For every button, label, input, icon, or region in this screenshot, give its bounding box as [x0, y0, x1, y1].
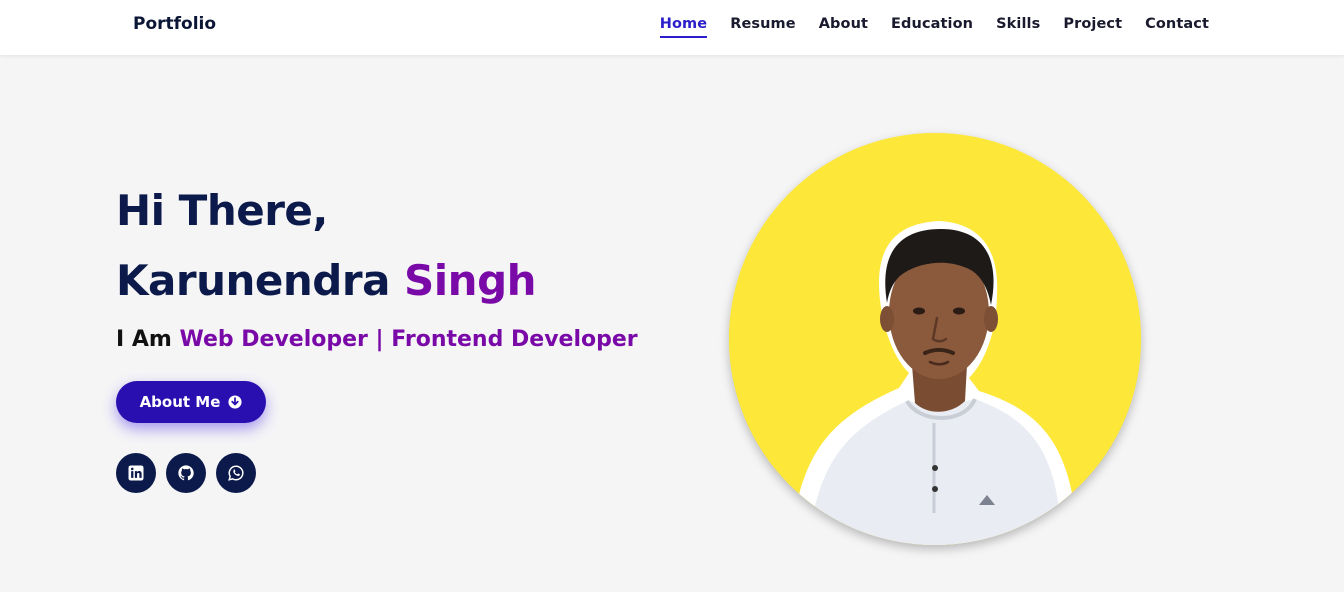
- whatsapp-link[interactable]: [216, 453, 256, 493]
- profile-photo: [729, 133, 1141, 545]
- nav-item-skills[interactable]: Skills: [996, 16, 1040, 38]
- nav-item-about[interactable]: About: [819, 16, 868, 38]
- brand-logo[interactable]: Portfolio: [133, 14, 216, 34]
- role-prefix: I Am: [116, 327, 180, 352]
- hero-text: Hi There, Karunendra Singh I Am Web Deve…: [116, 190, 676, 351]
- nav-menu: Home Resume About Education Skills Proje…: [637, 16, 1209, 38]
- hero-last-name: Singh: [404, 256, 537, 305]
- github-icon: [178, 465, 194, 481]
- hero-first-name: Karunendra: [116, 256, 405, 305]
- hero-role: I Am Web Developer | Frontend Developer: [116, 329, 676, 351]
- nav-item-contact[interactable]: Contact: [1145, 16, 1209, 38]
- navbar: Portfolio Home Resume About Education Sk…: [0, 0, 1344, 55]
- role-typed-text: Web Developer | Frontend Developer: [179, 327, 638, 352]
- profile-avatar: [729, 133, 1141, 545]
- hero-name: Karunendra Singh: [116, 260, 676, 302]
- whatsapp-icon: [228, 465, 244, 481]
- about-me-button[interactable]: About Me: [116, 381, 266, 423]
- hero-greeting: Hi There,: [116, 186, 328, 235]
- nav-item-home[interactable]: Home: [659, 16, 708, 38]
- nav-item-education[interactable]: Education: [891, 16, 973, 38]
- nav-item-resume[interactable]: Resume: [730, 16, 796, 38]
- about-me-label: About Me: [139, 393, 221, 411]
- github-link[interactable]: [166, 453, 206, 493]
- linkedin-icon: [128, 465, 144, 481]
- social-links: [116, 453, 256, 493]
- linkedin-link[interactable]: [116, 453, 156, 493]
- nav-item-project[interactable]: Project: [1063, 16, 1122, 38]
- arrow-down-circle-icon: [228, 395, 242, 409]
